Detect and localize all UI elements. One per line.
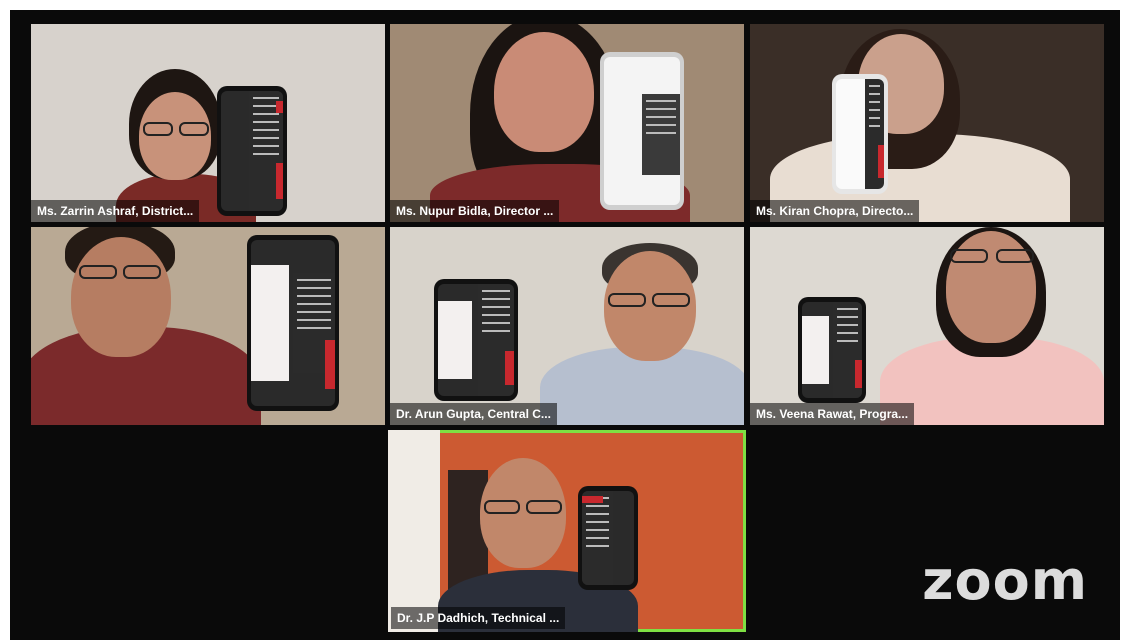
video-grid: Ms. Zarrin Ashraf, District... Ms. Nupur… xyxy=(10,10,1120,640)
phone-showing-app xyxy=(798,297,866,403)
active-speaker-tile[interactable]: Dr. J.P Dadhich, Technical ... xyxy=(388,430,746,632)
participant-video-tile[interactable]: Ms. Veena Rawat, Progra... xyxy=(750,227,1104,425)
participant-name-label: Ms. Zarrin Ashraf, District... xyxy=(31,200,200,222)
zoom-logo: zoom xyxy=(922,549,1088,612)
participant-name-label: Ms. Veena Rawat, Progra... xyxy=(750,403,915,425)
phone-showing-app xyxy=(217,86,287,216)
participant-name-label: Ms. Nupur Bidla, Director ... xyxy=(390,200,560,222)
participant-video-tile[interactable]: Dr. Arun Gupta, Central C... xyxy=(390,227,744,425)
phone-showing-app xyxy=(832,74,888,194)
phone-showing-app xyxy=(247,235,339,411)
participant-name-label: Dr. Arun Gupta, Central C... xyxy=(390,403,557,425)
phone-showing-app xyxy=(600,52,684,210)
phone-showing-app xyxy=(578,486,638,590)
participant-name-label: Dr. J.P Dadhich, Technical ... xyxy=(391,607,566,629)
participant-video-tile[interactable] xyxy=(31,227,385,425)
phone-showing-app xyxy=(434,279,518,401)
participant-video-tile[interactable]: Ms. Zarrin Ashraf, District... xyxy=(31,24,385,222)
participant-video-tile[interactable]: Ms. Kiran Chopra, Directo... xyxy=(750,24,1104,222)
participant-video-tile[interactable]: Ms. Nupur Bidla, Director ... xyxy=(390,24,744,222)
participant-name-label: Ms. Kiran Chopra, Directo... xyxy=(750,200,920,222)
